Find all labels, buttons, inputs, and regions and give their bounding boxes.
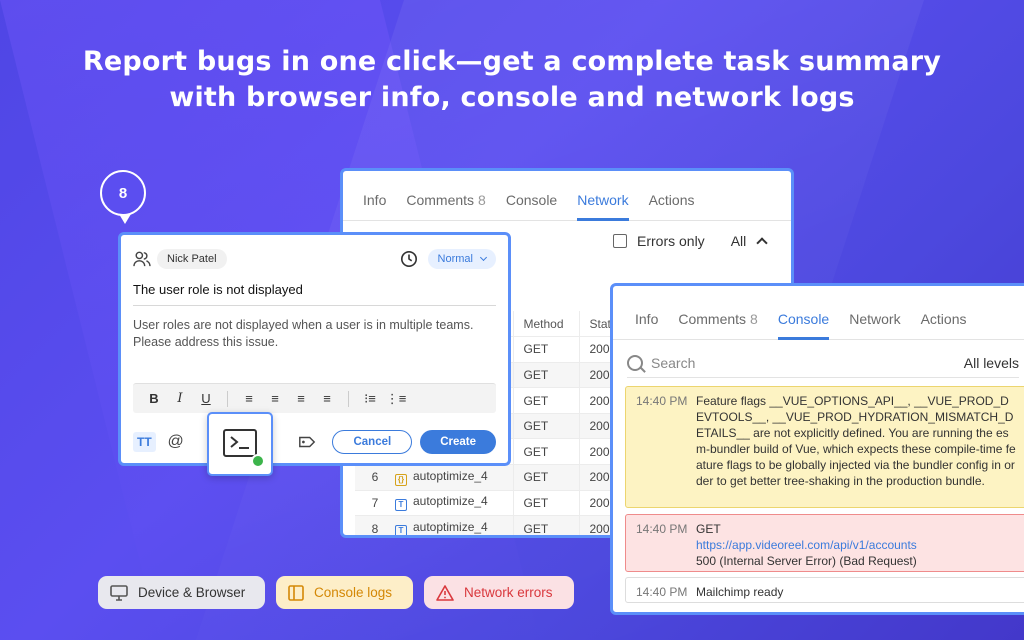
assignee-chip[interactable]: Nick Patel [157,249,227,269]
underline-icon[interactable]: U [193,391,219,406]
tab-console[interactable]: Console [777,311,830,340]
request-method: GET [512,362,579,389]
create-button[interactable]: Create [420,430,496,454]
warning-icon [436,584,454,601]
terminal-icon [223,429,257,457]
network-errors-pill: Network errors [424,576,574,609]
comments-count: 8 [750,311,758,327]
comment-count-bubble[interactable]: 8 [100,170,146,224]
log-entry-info: 14:40 PM Mailchimp ready [625,577,1024,603]
text-format-icon[interactable]: TT [133,432,156,452]
task-description-input[interactable]: User roles are not displayed when a user… [133,317,488,351]
headline-line-2: with browser info, console and network l… [169,82,855,113]
formatting-toolbar: B I U ≡ ≡ ≡ ≡ ⁝≡ ⋮≡ [133,383,496,413]
search-icon [627,354,643,371]
task-card: Nick Patel Normal The user role is not d… [118,232,511,466]
cancel-button[interactable]: Cancel [332,430,413,454]
bullet-list-icon[interactable]: ⁝≡ [357,391,383,407]
request-method: GET [512,515,579,535]
request-name: autoptimize_4 [413,494,488,509]
log-entry-warning: 14:40 PM Feature flags __VUE_OPTIONS_API… [625,386,1024,508]
align-right-icon[interactable]: ≡ [288,391,314,406]
device-browser-label: Device & Browser [138,585,246,600]
column-header-method: Method [512,311,579,338]
monitor-icon [110,584,128,601]
toolbar-divider [348,390,349,407]
errors-only-label: Errors only [637,233,705,249]
chevron-down-icon [479,253,488,262]
console-panel: Info Comments 8 Console Network Actions S… [610,283,1024,615]
tab-info[interactable]: Info [363,192,386,220]
all-filter-dropdown[interactable]: All [730,233,768,249]
request-method: GET [512,438,579,466]
tag-icon[interactable] [298,433,316,451]
panel-icon [288,584,304,601]
tab-actions[interactable]: Actions [649,192,695,220]
tab-console[interactable]: Console [506,192,557,220]
comment-count: 8 [118,184,128,202]
network-errors-label: Network errors [464,585,553,600]
toolbar-divider [227,390,228,407]
chevron-up-icon [756,237,768,249]
log-message: Feature flags __VUE_OPTIONS_API__, __VUE… [696,394,1016,488]
tab-network[interactable]: Network [577,192,629,221]
headline: Report bugs in one click—get a complete … [0,44,1024,116]
text-file-icon: T [395,499,407,512]
network-filter-row: Errors only All [613,233,768,249]
headline-line-1: Report bugs in one click—get a complete … [82,46,942,77]
console-capture-button[interactable] [207,412,273,476]
all-filter-label: All [730,233,747,249]
log-entry-error: 14:40 PM GET https://app.videoreel.com/a… [625,514,1024,572]
tab-info[interactable]: Info [635,311,658,339]
request-method: GET [512,413,579,440]
bold-icon[interactable]: B [141,391,167,406]
text-file-icon: T [395,525,407,535]
tab-network[interactable]: Network [849,311,900,339]
priority-label: Normal [437,253,473,265]
align-justify-icon[interactable]: ≡ [314,391,340,406]
log-time: 14:40 PM [636,522,688,536]
request-method: GET [512,336,579,363]
errors-only-checkbox[interactable] [613,234,627,248]
js-file-icon: {} [395,473,407,486]
tab-comments[interactable]: Comments 8 [406,192,485,220]
levels-dropdown[interactable]: All levels [964,355,1019,371]
console-search-row: Search All levels [627,348,1019,378]
clock-icon[interactable] [400,250,418,268]
log-message: Mailchimp ready [696,585,784,599]
request-method: GET [512,387,579,414]
tab-comments[interactable]: Comments 8 [678,311,757,339]
log-url-link[interactable]: https://app.videoreel.com/api/v1/account… [696,538,917,552]
search-input[interactable]: Search [651,355,695,371]
log-time: 14:40 PM [636,585,688,599]
console-logs-pill: Console logs [276,576,413,609]
console-logs-label: Console logs [314,585,393,600]
network-panel-tabs: Info Comments 8 Console Network Actions [343,171,791,221]
request-name: autoptimize_4 [413,468,488,483]
request-name: autoptimize_4 [413,520,488,535]
device-browser-pill: Device & Browser [98,576,265,609]
console-panel-tabs: Info Comments 8 Console Network Actions [613,286,1024,340]
align-left-icon[interactable]: ≡ [236,391,262,406]
task-title-input[interactable]: The user role is not displayed [133,282,496,306]
priority-dropdown[interactable]: Normal [427,249,496,269]
log-status: 500 (Internal Server Error) (Bad Request… [696,554,917,568]
comments-count: 8 [478,192,486,208]
numbered-list-icon[interactable]: ⋮≡ [383,391,409,407]
row-number: 6 [355,464,395,491]
request-method: GET [512,490,579,517]
mention-icon[interactable]: @ [166,432,186,452]
status-dot-icon [251,454,265,468]
users-icon[interactable] [133,251,151,267]
log-method: GET [696,522,721,536]
italic-icon[interactable]: I [167,391,193,406]
row-number: 7 [355,490,395,517]
tab-actions[interactable]: Actions [921,311,967,339]
row-number: 8 [355,515,395,535]
log-time: 14:40 PM [636,394,688,408]
align-center-icon[interactable]: ≡ [262,391,288,406]
request-method: GET [512,464,579,491]
